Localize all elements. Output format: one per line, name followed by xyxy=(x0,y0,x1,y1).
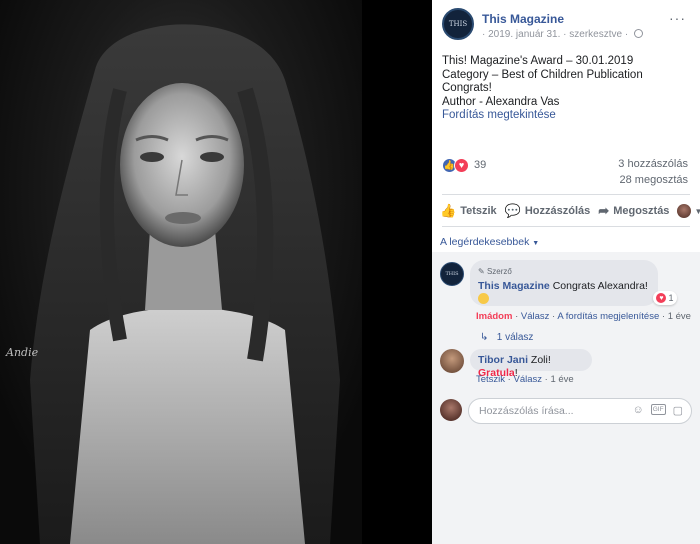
reply-button[interactable]: Válasz xyxy=(521,311,550,322)
reply-arrow-icon: ↳ xyxy=(480,332,489,343)
write-comment-placeholder: Hozzászólás írása... xyxy=(479,405,574,417)
view-replies-link[interactable]: ↳ 1 válasz xyxy=(480,332,533,343)
comment-label: Hozzászólás xyxy=(524,205,591,217)
globe-icon[interactable] xyxy=(633,29,643,38)
post-line: This! Magazine's Award – 30.01.2019 xyxy=(442,55,634,67)
comment-bubble: Tibor Jani Zoli! Gratula! xyxy=(470,349,592,379)
post-line: Congrats! xyxy=(442,82,492,95)
post-header: THIS This Magazine · 2019. január 31. · … xyxy=(442,8,692,44)
reactions-summary[interactable]: 👍 ♥ 39 xyxy=(442,156,486,174)
post-timestamp[interactable]: · 2019. január 31. · szerkesztve · xyxy=(482,29,628,40)
current-user-avatar xyxy=(440,399,462,421)
page-name-link[interactable]: This Magazine xyxy=(482,12,564,26)
commenter-avatar[interactable] xyxy=(440,349,464,373)
author-badge-label: Szerző xyxy=(486,267,512,276)
divider xyxy=(442,226,690,227)
post-meta: · 2019. január 31. · szerkesztve · xyxy=(482,29,643,40)
replies-label: 1 válasz xyxy=(496,332,534,343)
comment-time[interactable]: 1 éve xyxy=(668,311,691,322)
comment-time[interactable]: 1 éve xyxy=(550,374,573,385)
share-count-link[interactable]: 28 megosztás xyxy=(620,174,688,186)
sort-label: A legérdekesebbek xyxy=(440,236,530,248)
post-line: Category – Best of Children Publication xyxy=(442,68,643,81)
post-line: Author - Alexandra Vas xyxy=(442,95,560,108)
comment-bubble-icon: 💬 xyxy=(504,203,521,218)
thumbs-up-icon: 👍 xyxy=(440,203,457,218)
gif-icon[interactable]: GIF xyxy=(650,404,666,415)
comment-actions: Imádom · Válasz · A fordítás megjeleníté… xyxy=(476,311,691,322)
see-translation-link[interactable]: Fordítás megtekintése xyxy=(442,109,692,123)
comment-tools: ☺ GIF ▢ xyxy=(633,404,683,417)
user-avatar xyxy=(677,204,692,218)
comment-author-link[interactable]: This Magazine xyxy=(478,280,550,292)
sticker-icon[interactable]: ▢ xyxy=(673,404,683,417)
like-comment-button[interactable]: Tetszik xyxy=(476,374,505,385)
comment-button[interactable]: 💬 Hozzászólás xyxy=(505,203,591,219)
like-label: Tetszik xyxy=(460,205,497,217)
comment-text: Congrats Alexandra! xyxy=(552,280,648,292)
post-photo[interactable]: Andie xyxy=(0,0,362,544)
commenter-avatar[interactable]: THIS xyxy=(440,262,464,286)
heart-icon: ♥ xyxy=(656,293,667,303)
comment-bubble: ✎ Szerző This Magazine Congrats Alexandr… xyxy=(470,260,658,306)
love-reaction-icon: ♥ xyxy=(454,157,469,173)
smile-emoji-icon xyxy=(478,293,489,304)
reply-button[interactable]: Válasz xyxy=(514,374,543,385)
comment-count-link[interactable]: 3 hozzászólás xyxy=(618,158,688,170)
post-actions-bar: 👍 Tetszik 💬 Hozzászólás ➦ Megosztás ▼ xyxy=(440,200,700,222)
divider xyxy=(442,194,690,195)
comment-sort-dropdown[interactable]: A legérdekesebbek ▼ xyxy=(440,236,539,248)
author-badge: ✎ Szerző xyxy=(478,267,512,276)
emoji-icon[interactable]: ☺ xyxy=(633,404,644,417)
post-as-selector[interactable]: ▼ xyxy=(677,204,700,218)
write-comment-input[interactable]: Hozzászólás írása... ☺ GIF ▢ xyxy=(468,398,692,424)
comment-actions: Tetszik · Válasz · 1 éve xyxy=(476,374,574,385)
love-reaction-button[interactable]: Imádom xyxy=(476,311,512,322)
more-options-icon[interactable]: ··· xyxy=(669,10,686,26)
post-text: This! Magazine's Award – 30.01.2019 Cate… xyxy=(442,55,692,123)
comment-reaction-badge[interactable]: ♥ 1 xyxy=(653,291,677,305)
page-avatar[interactable]: THIS xyxy=(442,8,474,40)
comment-author-link[interactable]: Tibor Jani xyxy=(478,354,528,366)
photo-viewer[interactable]: Andie xyxy=(0,0,430,544)
like-button[interactable]: 👍 Tetszik xyxy=(440,203,497,219)
caret-down-icon: ▼ xyxy=(532,240,540,247)
comment-text: Zoli! xyxy=(530,354,551,366)
show-translation-link[interactable]: A fordítás megjelenítése xyxy=(557,311,659,322)
share-button[interactable]: ➦ Megosztás xyxy=(598,203,669,219)
photo-watermark: Andie xyxy=(6,346,39,359)
portrait-image xyxy=(30,24,340,544)
share-arrow-icon: ➦ xyxy=(598,203,610,218)
post-side-panel: THIS This Magazine · 2019. január 31. · … xyxy=(432,0,700,544)
comment-reaction-count: 1 xyxy=(668,293,674,303)
reaction-count: 39 xyxy=(474,159,487,171)
caret-down-icon: ▼ xyxy=(694,206,700,216)
share-label: Megosztás xyxy=(613,205,670,217)
